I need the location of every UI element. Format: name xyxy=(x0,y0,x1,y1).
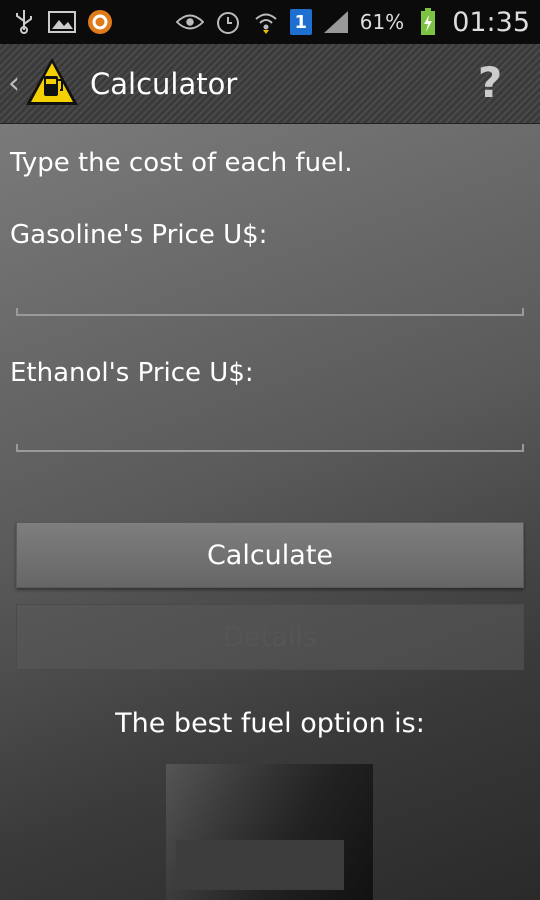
signal-icon xyxy=(322,8,350,36)
up-navigation-icon[interactable]: ‹ xyxy=(8,66,22,101)
gasoline-label: Gasoline's Price U$: xyxy=(10,220,268,250)
details-button[interactable]: Details xyxy=(16,604,524,670)
gasoline-price-field[interactable] xyxy=(16,276,528,316)
status-bar: 1 61% 01:35 xyxy=(0,0,540,44)
alarm-icon xyxy=(214,8,242,36)
circle-app-icon xyxy=(86,8,114,36)
gasoline-price-input[interactable] xyxy=(16,276,528,316)
sim-icon: 1 xyxy=(289,9,312,35)
sim-number: 1 xyxy=(294,11,307,33)
intro-text: Type the cost of each fuel. xyxy=(10,148,353,178)
image-icon xyxy=(48,8,76,36)
battery-icon xyxy=(414,8,442,36)
usb-icon xyxy=(10,8,38,36)
help-button[interactable]: ? xyxy=(470,58,510,107)
eye-icon xyxy=(175,8,204,36)
action-bar: ‹ Calculator ? xyxy=(0,44,540,124)
wifi-icon xyxy=(252,8,280,36)
app-logo-icon[interactable] xyxy=(24,56,80,112)
clock: 01:35 xyxy=(452,6,530,38)
app-title: Calculator xyxy=(90,66,238,101)
result-image-inner xyxy=(176,840,344,890)
ethanol-label: Ethanol's Price U$: xyxy=(10,358,254,388)
ethanol-price-field[interactable] xyxy=(16,412,528,452)
calculator-content: Type the cost of each fuel. Gasoline's P… xyxy=(0,124,540,900)
best-fuel-heading: The best fuel option is: xyxy=(115,708,425,739)
status-left xyxy=(10,8,114,36)
ethanol-price-input[interactable] xyxy=(16,412,528,452)
status-right: 1 61% 01:35 xyxy=(175,6,530,38)
calculate-button[interactable]: Calculate xyxy=(16,522,524,588)
battery-percent: 61% xyxy=(359,10,405,34)
